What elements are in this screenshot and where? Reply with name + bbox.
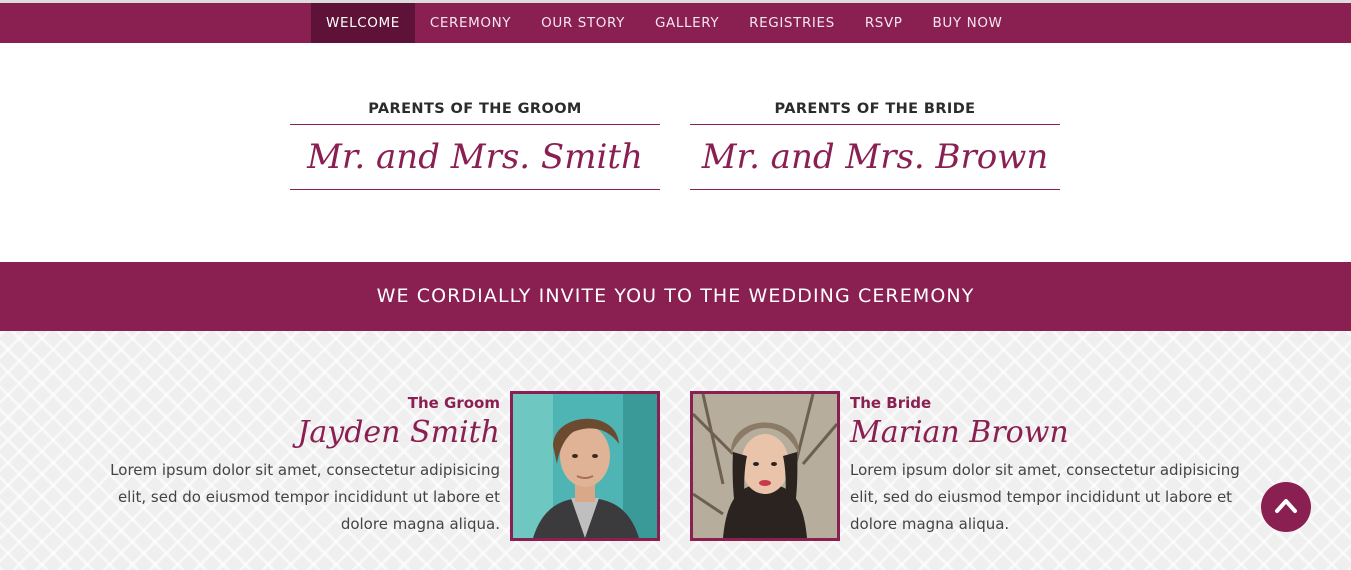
groom-bio: Lorem ipsum dolor sit amet, consectetur … (110, 461, 500, 533)
main-nav: WELCOME CEREMONY OUR STORY GALLERY REGIS… (311, 3, 1018, 43)
parents-bride-names: Mr. and Mrs. Brown (690, 125, 1060, 190)
bride-role: The Bride (850, 394, 932, 412)
parents-groom-names: Mr. and Mrs. Smith (290, 125, 660, 190)
invite-banner: WE CORDIALLY INVITE YOU TO THE WEDDING C… (0, 262, 1351, 331)
chevron-up-icon (1275, 499, 1297, 513)
main-nav-bar: WELCOME CEREMONY OUR STORY GALLERY REGIS… (0, 3, 1351, 43)
bride-name: Marian Brown (850, 415, 1069, 450)
nav-item-our-story[interactable]: OUR STORY (526, 3, 640, 43)
groom-role: The Groom (407, 394, 500, 412)
nav-item-welcome[interactable]: WELCOME (311, 3, 415, 43)
nav-item-buy-now[interactable]: BUY NOW (918, 3, 1018, 43)
bride-info: The Bride Marian Brown Lorem ipsum dolor… (850, 391, 1240, 538)
nav-item-ceremony[interactable]: CEREMONY (415, 3, 526, 43)
parents-of-bride: PARENTS OF THE BRIDE Mr. and Mrs. Brown (690, 96, 1060, 190)
nav-item-rsvp[interactable]: RSVP (850, 3, 918, 43)
nav-item-registries[interactable]: REGISTRIES (734, 3, 850, 43)
invite-heading: WE CORDIALLY INVITE YOU TO THE WEDDING C… (376, 285, 975, 307)
groom-name: Jayden Smith (297, 415, 500, 450)
bride-photo (690, 391, 840, 541)
couple-section: The Groom Jayden Smith Lorem ipsum dolor… (0, 331, 1351, 570)
parents-groom-title: PARENTS OF THE GROOM (290, 96, 660, 125)
parents-bride-title: PARENTS OF THE BRIDE (690, 96, 1060, 125)
bride-bio: Lorem ipsum dolor sit amet, consectetur … (850, 461, 1240, 533)
nav-item-gallery[interactable]: GALLERY (640, 3, 734, 43)
scroll-to-top-button[interactable] (1261, 482, 1311, 532)
groom-info: The Groom Jayden Smith Lorem ipsum dolor… (110, 391, 500, 538)
parents-of-groom: PARENTS OF THE GROOM Mr. and Mrs. Smith (290, 96, 660, 190)
groom-photo (510, 391, 660, 541)
